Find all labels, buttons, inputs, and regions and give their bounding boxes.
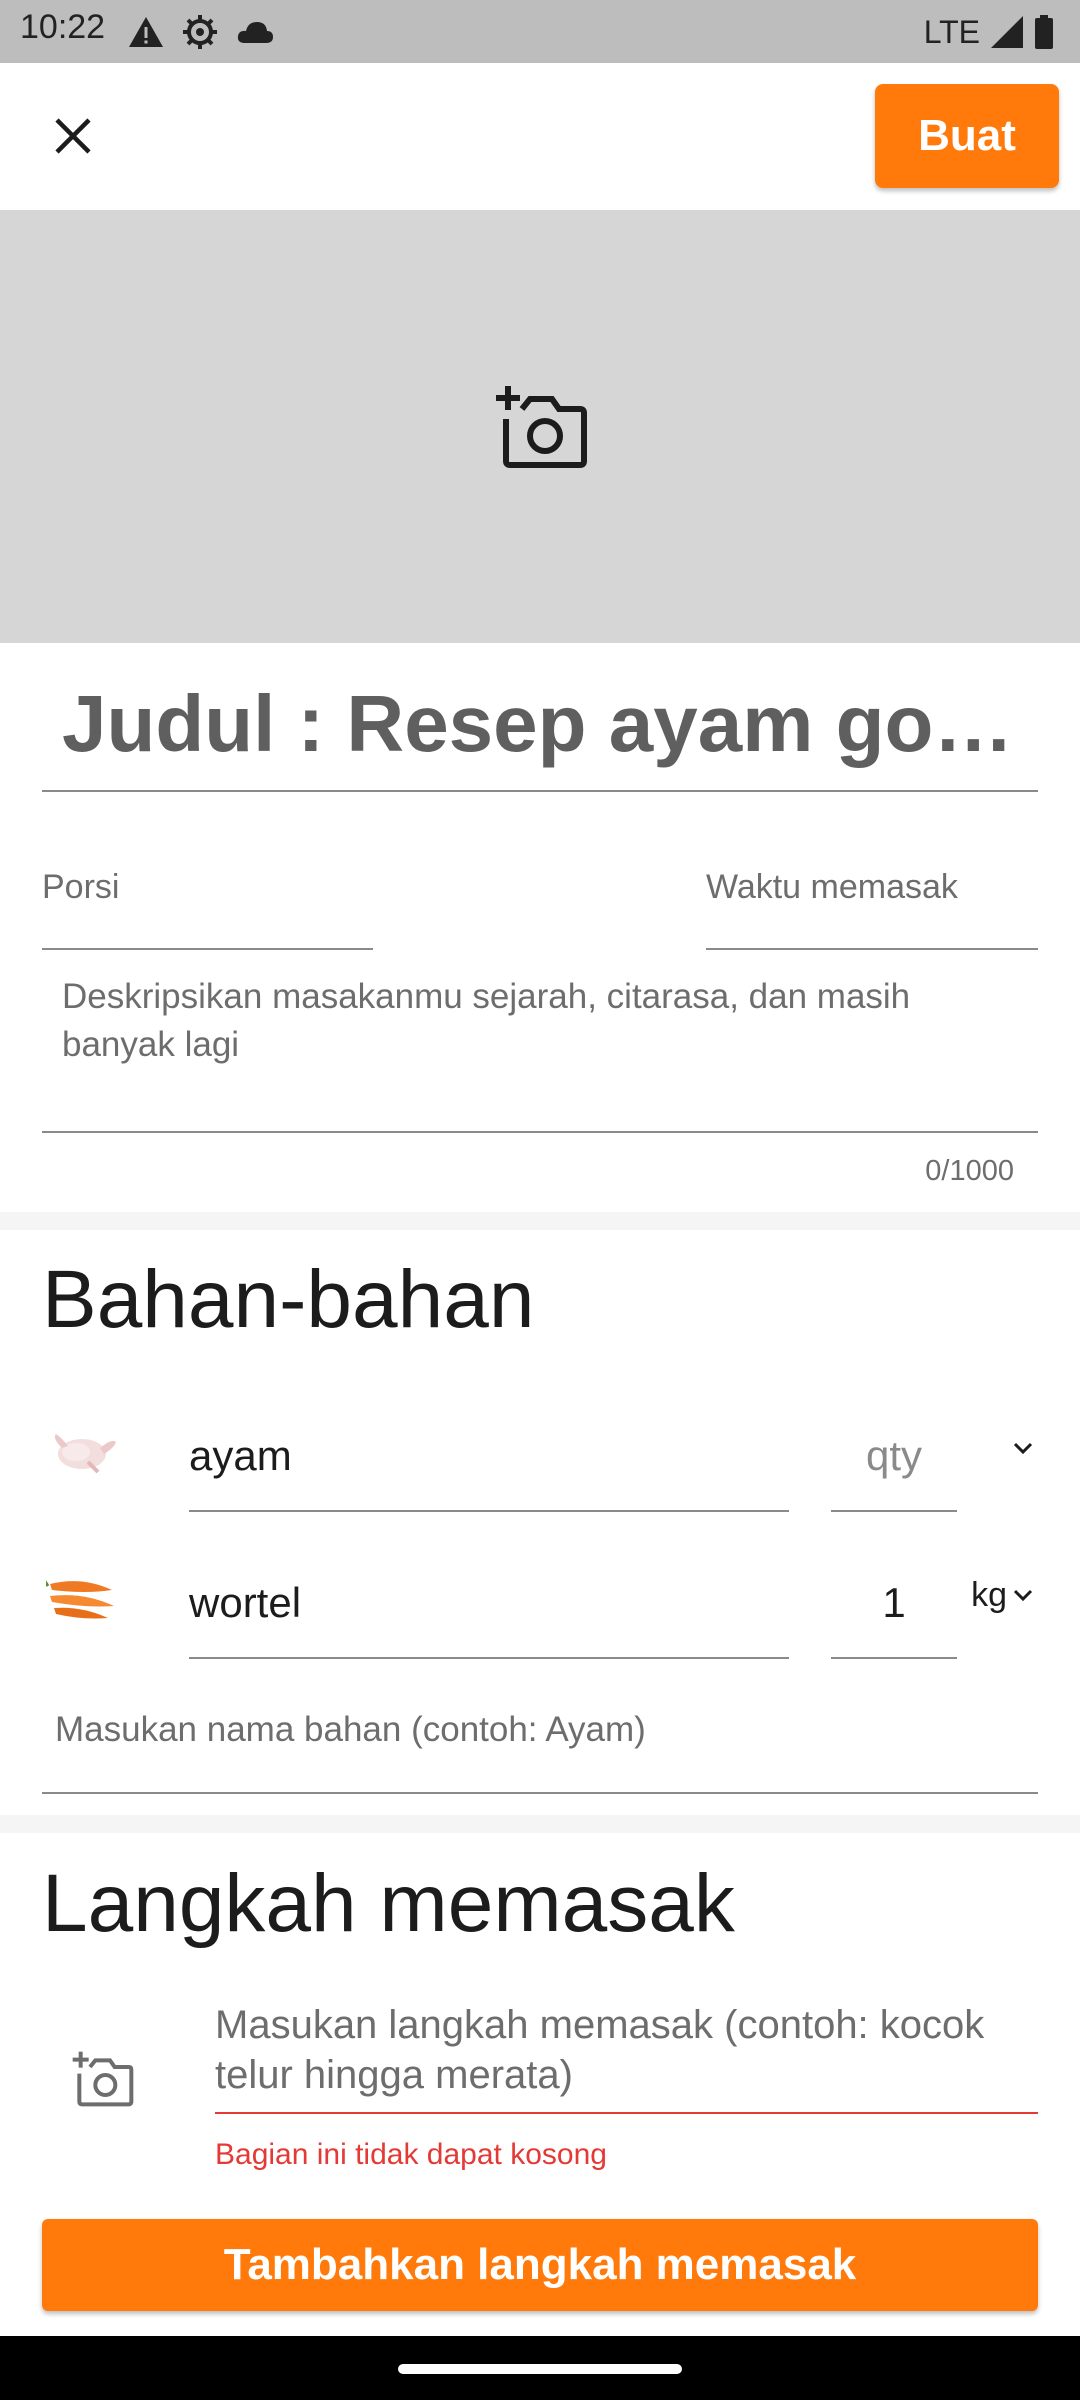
status-icons-right: LTE bbox=[924, 10, 1054, 54]
create-button[interactable]: Buat bbox=[875, 84, 1059, 188]
network-type: LTE bbox=[923, 13, 980, 50]
servings-field[interactable]: Porsi bbox=[42, 868, 373, 950]
close-button[interactable] bbox=[40, 103, 106, 169]
ingredient-qty-value[interactable]: 1 bbox=[831, 1579, 957, 1627]
unit-dropdown[interactable] bbox=[955, 1418, 1035, 1478]
signal-icon bbox=[991, 16, 1023, 48]
ingredient-qty-field[interactable]: 1 bbox=[831, 1571, 957, 1659]
step-placeholder: Masukan langkah memasak (contoh: kocok t… bbox=[215, 2003, 985, 2097]
cover-photo-picker[interactable] bbox=[0, 210, 1080, 643]
home-gesture-pill[interactable] bbox=[398, 2364, 682, 2374]
unit-value: kg bbox=[971, 1575, 1007, 1614]
servings-label: Porsi bbox=[42, 868, 120, 906]
description-counter: 0/1000 bbox=[925, 1155, 1014, 1187]
add-step-button[interactable]: Tambahkan langkah memasak bbox=[42, 2219, 1038, 2311]
ingredient-name-field[interactable]: wortel bbox=[189, 1571, 789, 1659]
warning-icon bbox=[129, 17, 163, 47]
chevron-down-icon bbox=[1013, 1442, 1033, 1455]
section-divider bbox=[0, 1212, 1080, 1230]
unit-dropdown[interactable]: kg bbox=[955, 1565, 1035, 1625]
ingredient-name[interactable]: ayam bbox=[189, 1432, 292, 1480]
description-field[interactable]: Deskripsikan masakanmu sejarah, citarasa… bbox=[42, 968, 1038, 1133]
step-photo-button[interactable] bbox=[70, 2050, 146, 2120]
cook-time-field[interactable]: Waktu memasak bbox=[706, 868, 1038, 950]
ingredient-qty-field[interactable]: qty bbox=[831, 1424, 957, 1512]
status-time: 10:22 bbox=[20, 8, 106, 46]
description-placeholder: Deskripsikan masakanmu sejarah, citarasa… bbox=[62, 977, 911, 1064]
add-ingredient-placeholder: Masukan nama bahan (contoh: Ayam) bbox=[55, 1710, 646, 1749]
add-photo-icon bbox=[496, 385, 587, 468]
steps-heading: Langkah memasak bbox=[42, 1858, 735, 1949]
status-icons-left bbox=[128, 10, 274, 54]
close-icon bbox=[55, 118, 91, 154]
ingredient-name[interactable]: wortel bbox=[189, 1579, 301, 1627]
battery-icon bbox=[1035, 15, 1053, 49]
recipe-title-field[interactable]: Judul : Resep ayam goreng bbox=[42, 670, 1038, 792]
settings-icon bbox=[183, 15, 217, 49]
cloud-icon bbox=[237, 22, 273, 43]
recipe-title-input[interactable]: Judul : Resep ayam goreng bbox=[62, 678, 1022, 770]
carrot-icon bbox=[42, 1566, 118, 1626]
cook-time-label: Waktu memasak bbox=[706, 868, 958, 906]
chicken-icon bbox=[48, 1418, 120, 1478]
ingredient-qty-placeholder[interactable]: qty bbox=[831, 1432, 957, 1480]
ingredients-heading: Bahan-bahan bbox=[42, 1254, 535, 1345]
add-photo-icon bbox=[72, 2051, 134, 2107]
step-input-field[interactable]: Masukan langkah memasak (contoh: kocok t… bbox=[215, 1996, 1038, 2114]
chevron-down-icon bbox=[1013, 1589, 1033, 1602]
ingredient-name-field[interactable]: ayam bbox=[189, 1424, 789, 1512]
step-error-text: Bagian ini tidak dapat kosong bbox=[215, 2138, 607, 2171]
add-ingredient-field[interactable]: Masukan nama bahan (contoh: Ayam) bbox=[42, 1676, 1038, 1794]
section-divider bbox=[0, 1815, 1080, 1833]
